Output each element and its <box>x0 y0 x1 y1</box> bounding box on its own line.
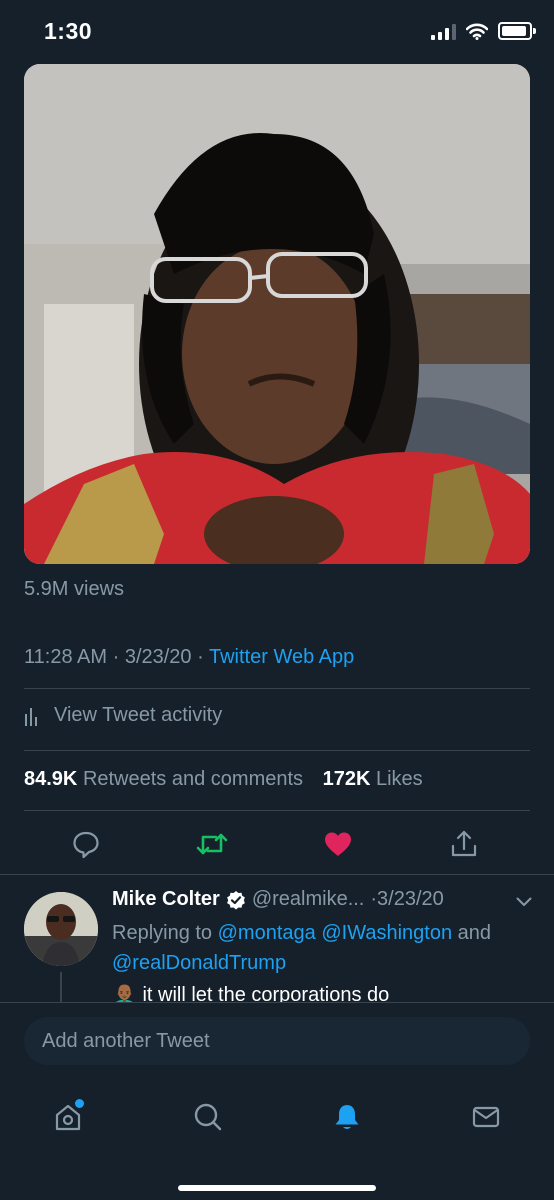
mention-link[interactable]: @realDonaldTrump <box>112 952 286 974</box>
tweet-actions <box>0 822 554 866</box>
divider <box>24 688 530 689</box>
mention-link[interactable]: @montaga <box>218 922 316 944</box>
tab-notifications[interactable] <box>327 1097 367 1137</box>
mention-link[interactable]: @IWashington <box>321 922 452 944</box>
wifi-icon <box>466 23 488 40</box>
divider <box>0 874 554 875</box>
video-frame <box>24 64 530 564</box>
avatar[interactable] <box>24 892 98 966</box>
replying-prefix: Replying to <box>112 922 213 944</box>
reply-date: ·3/23/20 <box>370 888 444 910</box>
likes-count: 172K <box>322 768 371 790</box>
replying-to: Replying to @montaga @IWashington and @r… <box>112 918 522 978</box>
reply-menu-button[interactable] <box>516 894 532 912</box>
reply-emoji: 👨🏾‍🦲 <box>112 984 137 1002</box>
chevron-down-icon <box>516 897 532 906</box>
tab-messages[interactable] <box>466 1097 506 1137</box>
likes-label: Likes <box>375 768 423 790</box>
status-time: 1:30 <box>44 18 93 44</box>
thread-line <box>60 972 62 1002</box>
verified-icon <box>226 890 245 909</box>
meta-separator: · <box>197 646 204 668</box>
tweet-timestamp: 11:28 AM · 3/23/20 · Twitter Web App <box>24 646 354 669</box>
retweet-icon <box>196 833 228 855</box>
meta-separator: · <box>112 646 120 668</box>
add-tweet-input[interactable]: Add another Tweet <box>24 1017 530 1065</box>
status-bar: 1:30 <box>0 0 554 66</box>
reply-body: 👨🏾‍🦲 it will let the corporations do <box>112 982 389 1002</box>
tab-bar <box>0 1087 554 1147</box>
search-icon <box>194 1103 222 1131</box>
retweets-label: Retweets and comments <box>82 768 304 790</box>
view-tweet-activity-button[interactable]: View Tweet activity <box>24 704 222 727</box>
bottom-bar: Add another Tweet <box>0 1002 554 1200</box>
like-button[interactable] <box>318 822 358 866</box>
tweet-source-link[interactable]: Twitter Web App <box>209 646 354 668</box>
retweets-count: 84.9K <box>24 768 78 790</box>
tweet-video[interactable] <box>24 64 530 564</box>
tweet-time: 11:28 AM <box>24 646 108 668</box>
share-button[interactable] <box>444 822 484 866</box>
tweet-detail-screen: 1:30 5.9M views 11:28 AM · 3/23/20 · Twi… <box>0 0 554 1200</box>
divider <box>24 750 530 751</box>
reply-button[interactable] <box>66 822 106 866</box>
cellular-signal-icon <box>431 23 456 40</box>
battery-icon <box>498 22 536 40</box>
compose-placeholder: Add another Tweet <box>42 1030 210 1052</box>
new-content-dot <box>75 1099 84 1108</box>
tab-home[interactable] <box>48 1097 88 1137</box>
tab-search[interactable] <box>188 1097 228 1137</box>
avatar-image <box>24 892 98 966</box>
likes-stat[interactable]: 172K Likes <box>323 768 423 790</box>
replying-and: and <box>457 922 491 944</box>
retweets-stat[interactable]: 84.9K Retweets and comments <box>24 768 303 790</box>
status-icons <box>431 22 536 40</box>
reply-author-name[interactable]: Mike Colter <box>112 888 220 911</box>
reply-header: Mike Colter @realmike... ·3/23/20 <box>112 888 444 911</box>
like-icon <box>325 832 351 856</box>
home-indicator <box>178 1185 376 1191</box>
messages-icon <box>472 1106 500 1128</box>
notifications-icon <box>335 1105 359 1129</box>
engagement-stats: 84.9K Retweets and comments 172K Likes <box>24 768 423 791</box>
reply-icon <box>73 831 99 859</box>
tweet-date: 3/23/20 <box>124 646 192 668</box>
divider <box>24 810 530 811</box>
view-count: 5.9M views <box>24 578 125 600</box>
share-icon <box>451 830 477 857</box>
reply-text: it will let the corporations do <box>142 984 390 1002</box>
activity-label: View Tweet activity <box>54 704 223 726</box>
retweet-button[interactable] <box>192 822 232 866</box>
activity-icon <box>25 707 37 726</box>
reply-author-handle[interactable]: @realmike... <box>252 888 365 911</box>
